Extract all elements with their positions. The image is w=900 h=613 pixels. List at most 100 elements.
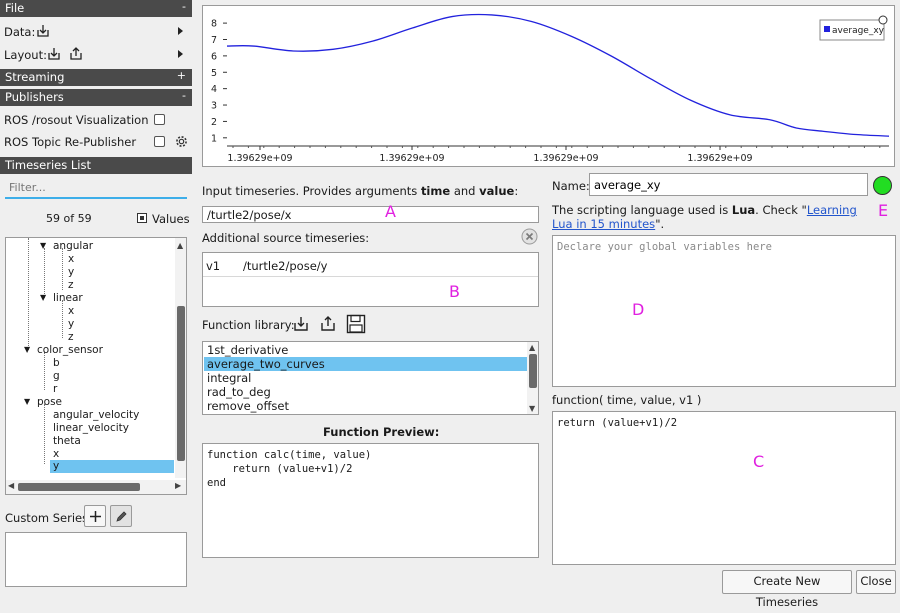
name-input[interactable]: [589, 173, 868, 196]
and-word: and: [450, 184, 480, 198]
gear-icon[interactable]: [175, 135, 188, 148]
clear-circle-icon[interactable]: [521, 228, 538, 245]
library-scroll-thumb[interactable]: [529, 354, 537, 388]
add-custom-series-button[interactable]: [84, 505, 106, 527]
expand-arrow-icon[interactable]: ▼: [40, 293, 46, 302]
lua-text-suffix: ".: [655, 217, 665, 231]
tree-item[interactable]: linear_velocity: [53, 422, 129, 434]
annotation-d: D: [632, 300, 645, 319]
list-item[interactable]: rad_to_deg: [204, 385, 527, 399]
layout-menu-arrow-icon[interactable]: [178, 50, 183, 58]
annotation-c: C: [753, 452, 765, 471]
tree-guide: [44, 404, 45, 464]
expand-arrow-icon[interactable]: ▼: [40, 241, 46, 250]
values-checkbox[interactable]: [137, 213, 147, 223]
scroll-left-icon[interactable]: ◀: [8, 481, 14, 490]
tree-horizontal-scrollbar[interactable]: ◀ ▶: [6, 480, 186, 494]
table-row[interactable]: v1 /turtle2/pose/y: [203, 253, 538, 277]
tree-item[interactable]: r: [53, 383, 57, 395]
publisher-republisher-label: ROS Topic Re-Publisher: [4, 135, 137, 149]
import-data-icon[interactable]: [36, 24, 50, 38]
tree-item[interactable]: y: [68, 266, 74, 278]
values-label: Values: [152, 212, 190, 226]
expand-arrow-icon[interactable]: ▼: [24, 397, 30, 406]
tree-item[interactable]: color_sensor: [37, 344, 103, 356]
tree-guide: [44, 352, 45, 390]
streaming-expand-toggle[interactable]: +: [177, 69, 186, 82]
filter-input[interactable]: [5, 177, 187, 199]
function-preview-title: Function Preview:: [323, 425, 440, 439]
list-item[interactable]: remove_offset: [204, 399, 527, 413]
tree-item[interactable]: b: [53, 357, 60, 369]
file-collapse-toggle[interactable]: -: [182, 0, 186, 13]
arg-time: time: [420, 184, 451, 198]
annotation-e: E: [878, 201, 889, 220]
tree-item[interactable]: linear: [53, 292, 83, 304]
edit-custom-series-button[interactable]: [110, 505, 132, 527]
y-tick-label: 2: [211, 117, 217, 128]
tree-vertical-scrollbar[interactable]: ▲: [175, 238, 186, 478]
function-body-editor[interactable]: return (value+v1)/2: [552, 411, 896, 565]
list-item-selected[interactable]: average_two_curves: [204, 357, 527, 371]
y-tick-label: 4: [211, 84, 217, 95]
publishers-section-header[interactable]: Publishers -: [0, 89, 192, 106]
input-timeseries-value: /turtle2/pose/x: [207, 208, 292, 222]
expand-arrow-icon[interactable]: ▼: [24, 345, 30, 354]
tree-item[interactable]: z: [68, 331, 74, 343]
legend-label: average_xy: [832, 26, 885, 36]
tree-item[interactable]: x: [68, 253, 74, 265]
tree-item[interactable]: z: [68, 279, 74, 291]
x-tick-label: 1.39629e+09: [379, 153, 444, 164]
save-function-icon[interactable]: [346, 314, 366, 334]
custom-series-list[interactable]: [5, 532, 187, 587]
tree-vertical-scroll-thumb[interactable]: [177, 306, 185, 461]
tree-horizontal-scroll-thumb[interactable]: [18, 483, 140, 491]
publisher-rosout-checkbox[interactable]: [154, 114, 165, 125]
close-button[interactable]: Close: [856, 570, 896, 594]
line-chart[interactable]: 1 2 3 4 5 6 7 8 1.39629e+09 1.39629e+09 1.39629e+0…: [203, 6, 894, 166]
additional-source-table[interactable]: v1 /turtle2/pose/y: [202, 252, 539, 307]
scroll-up-icon[interactable]: ▲: [529, 343, 535, 352]
row-name: v1: [206, 259, 221, 273]
function-body-code: return (value+v1)/2: [557, 417, 678, 429]
x-tick-label: 1.39629e+09: [227, 153, 292, 164]
scroll-down-icon[interactable]: ▼: [529, 404, 535, 413]
tree-item[interactable]: y: [68, 318, 74, 330]
global-variables-placeholder: Declare your global variables here: [557, 241, 772, 253]
data-menu-arrow-icon[interactable]: [178, 27, 183, 35]
list-item[interactable]: integral: [204, 371, 527, 385]
publisher-republisher-checkbox[interactable]: [154, 136, 165, 147]
layout-label: Layout:: [4, 48, 47, 62]
tree-item[interactable]: x: [68, 305, 74, 317]
export-function-icon[interactable]: [320, 316, 336, 332]
publishers-header-label: Publishers: [5, 90, 64, 104]
create-timeseries-button[interactable]: Create New Timeseries: [722, 570, 852, 609]
global-variables-editor[interactable]: Declare your global variables here: [552, 235, 896, 387]
tree-item[interactable]: g: [53, 370, 60, 382]
scroll-up-icon[interactable]: ▲: [177, 241, 183, 250]
values-checkbox-mark: [140, 216, 144, 220]
plot-area[interactable]: 1 2 3 4 5 6 7 8 1.39629e+09 1.39629e+09 1.39629e+0…: [202, 5, 895, 167]
import-function-icon[interactable]: [293, 316, 309, 332]
tree-item[interactable]: x: [53, 448, 59, 460]
export-layout-icon[interactable]: [69, 47, 83, 61]
file-section-header[interactable]: File -: [0, 0, 192, 17]
tree-item-selected[interactable]: y: [50, 460, 174, 473]
list-item[interactable]: vel_from_odom: [204, 413, 527, 414]
import-layout-icon[interactable]: [47, 47, 61, 61]
tree-item[interactable]: angular: [53, 240, 93, 252]
function-library-label: Function library:: [202, 318, 295, 332]
tree-item[interactable]: theta: [53, 435, 81, 447]
function-library-list[interactable]: 1st_derivative average_two_curves integr…: [202, 341, 539, 415]
library-scrollbar[interactable]: ▲ ▼: [527, 342, 538, 414]
scroll-right-icon[interactable]: ▶: [175, 481, 181, 490]
input-timeseries-field[interactable]: /turtle2/pose/x: [202, 206, 539, 223]
tree-item[interactable]: angular_velocity: [53, 409, 139, 421]
timeseries-section-header: Timeseries List: [0, 157, 192, 174]
streaming-section-header[interactable]: Streaming +: [0, 69, 192, 86]
x-tick-label: 1.39629e+09: [687, 153, 752, 164]
publishers-collapse-toggle[interactable]: -: [182, 89, 186, 102]
tree-item[interactable]: pose: [37, 396, 62, 408]
list-item[interactable]: 1st_derivative: [204, 343, 527, 357]
timeseries-tree[interactable]: ▼ angular x y z ▼ linear x y z ▼ color_s…: [5, 237, 187, 495]
